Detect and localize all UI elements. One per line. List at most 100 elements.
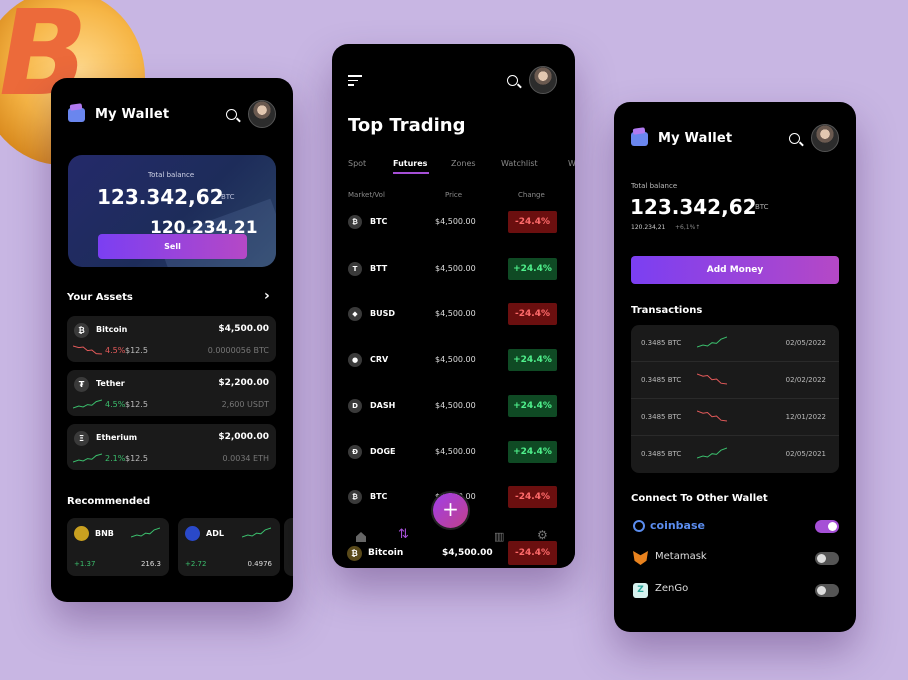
page-title: My Wallet	[95, 107, 170, 122]
recommended-name: BNB	[95, 529, 114, 538]
transaction-row[interactable]: 0.3485 BTC 12/01/2022	[631, 399, 839, 436]
avatar[interactable]	[811, 124, 839, 152]
market-symbol: BUSD	[370, 309, 395, 318]
tab-spot[interactable]: Spot	[348, 159, 366, 168]
transaction-row[interactable]: 0.3485 BTC 02/05/2021	[631, 436, 839, 473]
balance-amount: 123.342,62	[630, 195, 757, 219]
market-row[interactable]: ● CRV $4,500.00 +24.4%	[332, 348, 575, 384]
change-badge: +24.4%	[508, 441, 557, 463]
recommended-change: +1.37	[74, 560, 96, 568]
recommended-card[interactable]: BNB +1.37 216.3	[67, 518, 169, 576]
market-row[interactable]: Ð DOGE $4,500.00 +24.4%	[332, 440, 575, 476]
market-row[interactable]: T BTT $4,500.00 +24.4%	[332, 257, 575, 293]
recommended-name: ADL	[206, 529, 224, 538]
change-badge: +24.4%	[508, 258, 557, 280]
search-icon[interactable]	[789, 133, 800, 144]
bottom-change-badge: -24.4%	[508, 541, 557, 565]
transaction-amount: 0.3485 BTC	[641, 376, 682, 384]
asset-price: $12.5	[125, 454, 148, 463]
transaction-row[interactable]: 0.3485 BTC 02/02/2022	[631, 362, 839, 399]
balance-card: Total balance 123.342,62 BTC 120.234,21 …	[68, 155, 276, 267]
asset-value: $2,000.00	[218, 432, 269, 442]
market-symbol: BTC	[370, 492, 388, 501]
recommended-change: +2.72	[185, 560, 207, 568]
transactions-title: Transactions	[631, 305, 703, 316]
wallet-screen: My Wallet Total balance 123.342,62 BTC 1…	[51, 78, 293, 602]
wallet-icon	[631, 132, 648, 146]
asset-holding: 0.0000056 BTC	[207, 346, 269, 355]
btc-icon: ₿	[348, 490, 362, 504]
asset-holding: 2,600 USDT	[221, 400, 269, 409]
market-row[interactable]: D DASH $4,500.00 +24.4%	[332, 394, 575, 430]
market-price: $4,500.00	[435, 264, 476, 273]
transaction-date: 02/05/2022	[785, 339, 826, 347]
sparkline	[72, 453, 103, 463]
market-price: $4,500.00	[435, 217, 476, 226]
sparkline	[696, 410, 728, 422]
transaction-row[interactable]: 0.3485 BTC 02/05/2022	[631, 325, 839, 362]
balance-sub-value: 120.234,21	[631, 224, 666, 231]
bottom-coin-name: Bitcoin	[368, 548, 404, 558]
search-icon[interactable]	[226, 109, 237, 120]
wallet-toggle[interactable]	[815, 520, 839, 533]
transaction-date: 02/05/2021	[785, 450, 826, 458]
bitcoin-icon: ₿	[74, 323, 89, 338]
avatar[interactable]	[248, 100, 276, 128]
sell-button[interactable]: Sell	[98, 234, 247, 259]
settings-icon[interactable]: ⚙	[537, 528, 548, 542]
transactions-list: 0.3485 BTC 02/05/2022 0.3485 BTC 02/02/2022…	[631, 325, 839, 473]
assets-title: Your Assets	[67, 292, 133, 303]
sparkline	[696, 447, 728, 459]
market-price: $4,500.00	[435, 447, 476, 456]
trading-screen: Top Trading Spot Futures Zones Watchlist W M…	[332, 44, 575, 568]
market-row[interactable]: ◆ BUSD $4,500.00 -24.4%	[332, 302, 575, 338]
page-title: Top Trading	[348, 115, 466, 136]
column-price: Price	[445, 191, 463, 199]
home-icon[interactable]	[356, 532, 366, 542]
btc-icon: ₿	[348, 215, 362, 229]
wallet-toggle[interactable]	[815, 552, 839, 565]
sparkline	[72, 345, 103, 355]
active-tab-underline	[393, 172, 429, 174]
chart-icon[interactable]: ▥	[494, 530, 504, 543]
tab-futures[interactable]: Futures	[393, 159, 427, 168]
tab-w[interactable]: W	[568, 159, 575, 168]
asset-row[interactable]: ₮ Tether $2,200.00 4.5% $12.5 2,600 USDT	[67, 370, 276, 416]
asset-change: 2.1%	[105, 454, 126, 463]
search-icon[interactable]	[507, 75, 518, 86]
tab-zones[interactable]: Zones	[451, 159, 476, 168]
page-title: My Wallet	[658, 131, 733, 146]
sparkline	[696, 336, 728, 348]
balance-label: Total balance	[631, 182, 678, 190]
asset-price: $12.5	[125, 400, 148, 409]
asset-value: $2,200.00	[218, 378, 269, 388]
wallet-screen-2: My Wallet Total balance 123.342,62 BTC 1…	[614, 102, 856, 632]
asset-change: 4.5%	[105, 346, 126, 355]
adl-icon	[185, 526, 200, 541]
chevron-right-icon[interactable]: ›	[264, 288, 270, 304]
ethereum-icon: Ξ	[74, 431, 89, 446]
connect-title: Connect To Other Wallet	[631, 493, 768, 504]
recommended-value: 216.3	[140, 560, 161, 568]
menu-icon[interactable]	[348, 75, 362, 86]
doge-icon: Ð	[348, 445, 362, 459]
asset-price: $12.5	[125, 346, 148, 355]
add-fab-button[interactable]: +	[433, 493, 468, 528]
transaction-amount: 0.3485 BTC	[641, 339, 682, 347]
asset-change: 4.5%	[105, 400, 126, 409]
avatar[interactable]	[529, 66, 557, 94]
market-row[interactable]: ₿ BTC $4,500.00 -24.4%	[332, 210, 575, 246]
add-money-button[interactable]: Add Money	[631, 256, 839, 284]
swap-icon[interactable]: ⇅	[398, 527, 409, 542]
btt-icon: T	[348, 262, 362, 276]
tab-watchlist[interactable]: Watchlist	[501, 159, 538, 168]
sparkline	[696, 373, 728, 385]
recommended-card[interactable]: ADL +2.72 0.4976	[178, 518, 280, 576]
busd-icon: ◆	[348, 307, 362, 321]
change-badge: +24.4%	[508, 395, 557, 417]
wallet-toggle[interactable]	[815, 584, 839, 597]
asset-row[interactable]: Ξ Etherium $2,000.00 2.1% $12.5 0.0034 ETH	[67, 424, 276, 470]
recommended-value: 0.4976	[247, 560, 273, 568]
recommended-card-partial[interactable]	[284, 518, 293, 576]
asset-row[interactable]: ₿ Bitcoin $4,500.00 4.5% $12.5 0.0000056 BTC	[67, 316, 276, 362]
